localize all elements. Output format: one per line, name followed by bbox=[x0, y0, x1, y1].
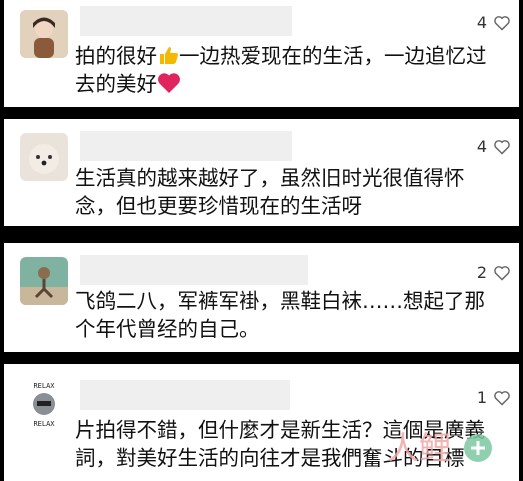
comment-text: 拍的很好 一边热爱现在的生活，一边追忆过去的美好 bbox=[75, 44, 487, 96]
like-count: 1 bbox=[476, 388, 487, 407]
watermark-logo: 人鲤 bbox=[387, 429, 492, 467]
svg-text:人鲤: 人鲤 bbox=[387, 429, 451, 467]
heart-outline-icon[interactable] bbox=[493, 15, 511, 31]
avatar-relax-icon[interactable]: RELAX RELAX bbox=[20, 380, 68, 428]
avatar-caption-top: RELAX bbox=[33, 382, 55, 390]
username-placeholder bbox=[80, 6, 292, 36]
red-heart-icon bbox=[158, 73, 180, 93]
thumbs-up-icon bbox=[160, 47, 178, 64]
like-count: 4 bbox=[476, 13, 487, 32]
comment-text: 飞鸽二八，军裤军褂，黑鞋白袜……想起了那个年代曾经的自己。 bbox=[75, 289, 485, 341]
like-count: 2 bbox=[476, 263, 487, 282]
like-control[interactable]: 1 bbox=[477, 388, 511, 407]
like-count: 4 bbox=[476, 137, 487, 156]
avatar-caption-bottom: RELAX bbox=[33, 420, 55, 428]
avatar-dog-icon[interactable] bbox=[20, 133, 68, 181]
username-placeholder bbox=[80, 255, 308, 285]
username-placeholder bbox=[80, 131, 292, 161]
comment-card: 4 拍的很好 一边热爱现在的生活，一边追忆过去的美好 bbox=[4, 0, 519, 107]
like-control[interactable]: 2 bbox=[477, 263, 511, 282]
heart-outline-icon[interactable] bbox=[493, 390, 511, 406]
like-control[interactable]: 4 bbox=[477, 13, 511, 32]
heart-outline-icon[interactable] bbox=[493, 265, 511, 281]
comment-card: 2 飞鸽二八，军裤军褂，黑鞋白袜……想起了那个年代曾经的自己。 bbox=[4, 243, 519, 352]
like-control[interactable]: 4 bbox=[477, 137, 511, 156]
heart-outline-icon[interactable] bbox=[493, 139, 511, 155]
comment-text: 生活真的越来越好了，虽然旧时光很值得怀念，但也更要珍惜现在的生活呀 bbox=[75, 166, 465, 218]
avatar-bicycle-icon[interactable] bbox=[20, 257, 68, 305]
username-placeholder bbox=[80, 380, 290, 410]
avatar-girl-icon[interactable] bbox=[20, 10, 68, 58]
comment-card: 4 生活真的越来越好了，虽然旧时光很值得怀念，但也更要珍惜现在的生活呀 bbox=[4, 119, 519, 226]
